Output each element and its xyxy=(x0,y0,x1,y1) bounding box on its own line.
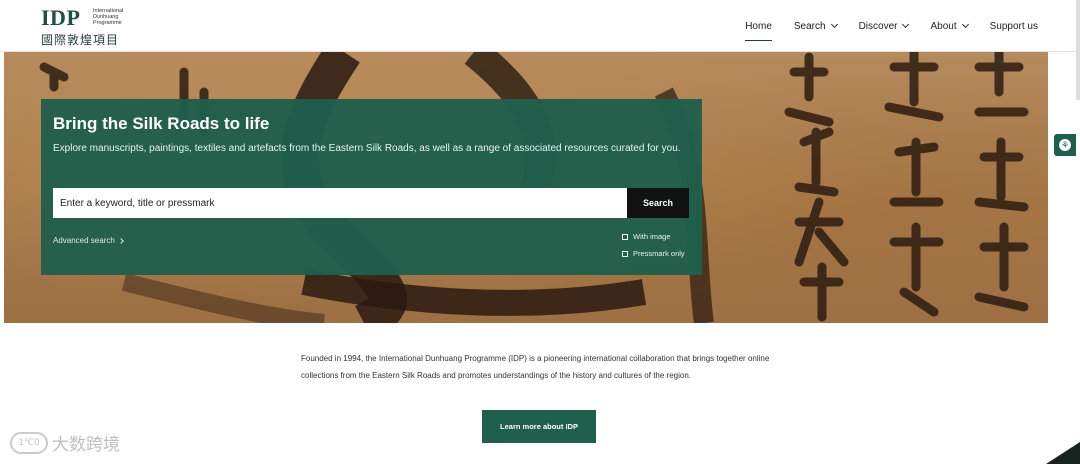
page-scrollbar[interactable] xyxy=(1076,0,1080,100)
accessibility-icon: ⚘ xyxy=(1059,139,1071,151)
nav-item-label: Support us xyxy=(989,20,1038,32)
with-image-checkbox[interactable] xyxy=(622,233,628,240)
search-panel: Bring the Silk Roads to life Explore man… xyxy=(41,99,702,275)
logo-mark: IDP xyxy=(41,5,81,30)
filter-with-image[interactable]: With image xyxy=(622,228,685,245)
nav-item-support-us[interactable]: Support us xyxy=(990,0,1038,52)
idp-logo[interactable]: IDP International Dunhuang Programme 國際敦… xyxy=(41,6,141,48)
advanced-search-label: Advanced search xyxy=(53,236,115,245)
search-button[interactable]: Search xyxy=(627,188,689,218)
filter-pressmark-only[interactable]: Pressmark only xyxy=(622,245,685,262)
pressmark-only-checkbox[interactable] xyxy=(622,250,628,257)
nav-item-home[interactable]: Home xyxy=(745,0,772,52)
nav-item-search[interactable]: Search xyxy=(793,0,838,52)
logo-chinese-name: 國際敦煌項目 xyxy=(41,33,120,47)
nav-item-label: Discover xyxy=(858,20,898,32)
filter-label: Pressmark only xyxy=(633,249,685,258)
nav-item-discover[interactable]: Discover xyxy=(858,0,910,52)
nav-item-label: Search xyxy=(793,20,826,32)
search-input[interactable] xyxy=(53,188,627,218)
hero-description: Explore manuscripts, paintings, textiles… xyxy=(53,143,681,154)
nav-item-label: Home xyxy=(745,20,772,32)
nav-item-about[interactable]: About xyxy=(930,0,969,52)
watermark-logo-icon: 1℃0 xyxy=(10,431,48,454)
nav-item-label: About xyxy=(930,20,957,32)
learn-more-button[interactable]: Learn more about IDP xyxy=(482,410,596,443)
watermark-text: 大数跨境 xyxy=(52,435,120,455)
hero-title: Bring the Silk Roads to life xyxy=(53,114,270,133)
logo-sub-line: Programme xyxy=(93,20,122,26)
intro-text: Founded in 1994, the International Dunhu… xyxy=(301,354,770,380)
site-header: IDP International Dunhuang Programme 國際敦… xyxy=(0,0,1080,52)
search-filters: With image Pressmark only xyxy=(622,228,685,262)
chevron-right-icon xyxy=(117,237,124,244)
accessibility-button[interactable]: ⚘ xyxy=(1054,134,1076,156)
logo-subtitle: International Dunhuang Programme xyxy=(93,8,141,26)
advanced-search-link[interactable]: Advanced search xyxy=(53,236,124,245)
chevron-down-icon xyxy=(902,20,910,29)
search-bar: Search xyxy=(53,188,689,218)
hero-banner: Bring the Silk Roads to life Explore man… xyxy=(4,52,1048,323)
main-nav: Home Search Discover About Support us xyxy=(745,0,1038,52)
watermark: 1℃0 大数跨境 xyxy=(10,430,120,455)
chevron-down-icon xyxy=(830,20,838,29)
chevron-down-icon xyxy=(961,20,969,29)
filter-label: With image xyxy=(633,232,671,241)
corner-decoration xyxy=(1046,442,1080,464)
